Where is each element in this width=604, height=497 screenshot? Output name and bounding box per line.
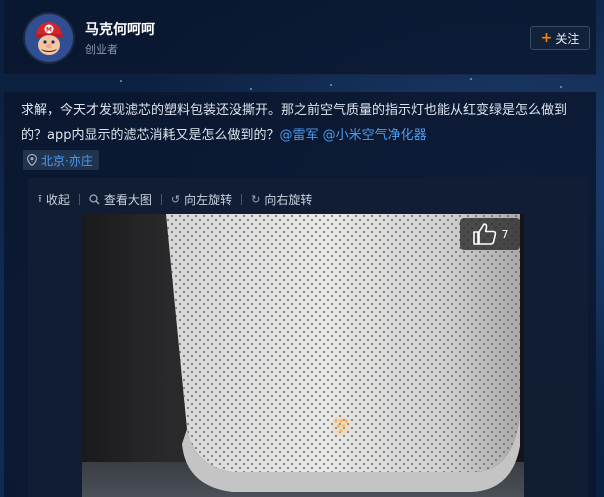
magnifier-icon: [89, 193, 100, 204]
toolbar-divider: [160, 193, 162, 205]
rotate-right-icon: ↻: [251, 192, 261, 206]
thumbs-up-icon: [472, 223, 496, 245]
location-tag[interactable]: 北京·亦庄: [23, 150, 99, 170]
view-large-label: 查看大图: [103, 192, 152, 207]
air-purifier-photo: [82, 214, 524, 497]
post-photo[interactable]: 7: [82, 214, 524, 497]
background-star: [470, 78, 472, 80]
user-title: 创业者: [85, 43, 118, 56]
mention-leijun[interactable]: @雷军: [279, 128, 318, 143]
media-viewer: ⭱ 收起 查看大图 ↺ 向左旋转 ↻ 向右旋转 7: [28, 178, 588, 497]
media-toolbar: ⭱ 收起 查看大图 ↺ 向左旋转 ↻ 向右旋转: [38, 190, 312, 208]
location-label: 北京·亦庄: [41, 153, 93, 168]
svg-text:M: M: [46, 27, 52, 34]
rotate-right-button[interactable]: ↻ 向右旋转: [251, 191, 312, 208]
rotate-left-icon: ↺: [170, 192, 181, 206]
toolbar-divider: [241, 193, 243, 205]
background-star: [120, 80, 122, 82]
background-star: [330, 84, 332, 86]
rotate-left-button[interactable]: ↺ 向左旋转: [171, 191, 232, 208]
background-star: [250, 88, 252, 90]
mario-avatar-icon: M: [25, 14, 73, 62]
follow-label: 关注: [555, 31, 580, 46]
post-text: 求解，今天才发现滤芯的塑料包装还没撕开。那之前空气质量的指示灯也能从红变绿是怎么…: [21, 98, 577, 148]
mention-mi-air-purifier[interactable]: @小米空气净化器: [323, 128, 427, 143]
avatar[interactable]: M: [25, 14, 73, 62]
follow-button[interactable]: + 关注: [530, 26, 590, 50]
background-star: [560, 86, 562, 88]
plus-icon: +: [540, 30, 553, 46]
collapse-button[interactable]: ⭱ 收起: [38, 190, 70, 209]
rotate-right-label: 向右旋转: [264, 192, 313, 207]
location-pin-icon: [27, 154, 37, 166]
like-button[interactable]: 7: [460, 218, 520, 250]
like-count: 7: [501, 227, 509, 241]
collapse-label: 收起: [45, 192, 70, 207]
profile-card: M 马克何呵呵 创业者 + 关注: [4, 0, 596, 75]
toolbar-divider: [78, 193, 80, 205]
collapse-arrow-icon: ⭱: [38, 191, 42, 205]
post-card: 求解，今天才发现滤芯的塑料包装还没撕开。那之前空气质量的指示灯也能从红变绿是怎么…: [4, 92, 596, 497]
view-large-button[interactable]: 查看大图: [89, 191, 152, 208]
rotate-left-label: 向左旋转: [184, 192, 233, 207]
username[interactable]: 马克何呵呵: [85, 19, 155, 39]
